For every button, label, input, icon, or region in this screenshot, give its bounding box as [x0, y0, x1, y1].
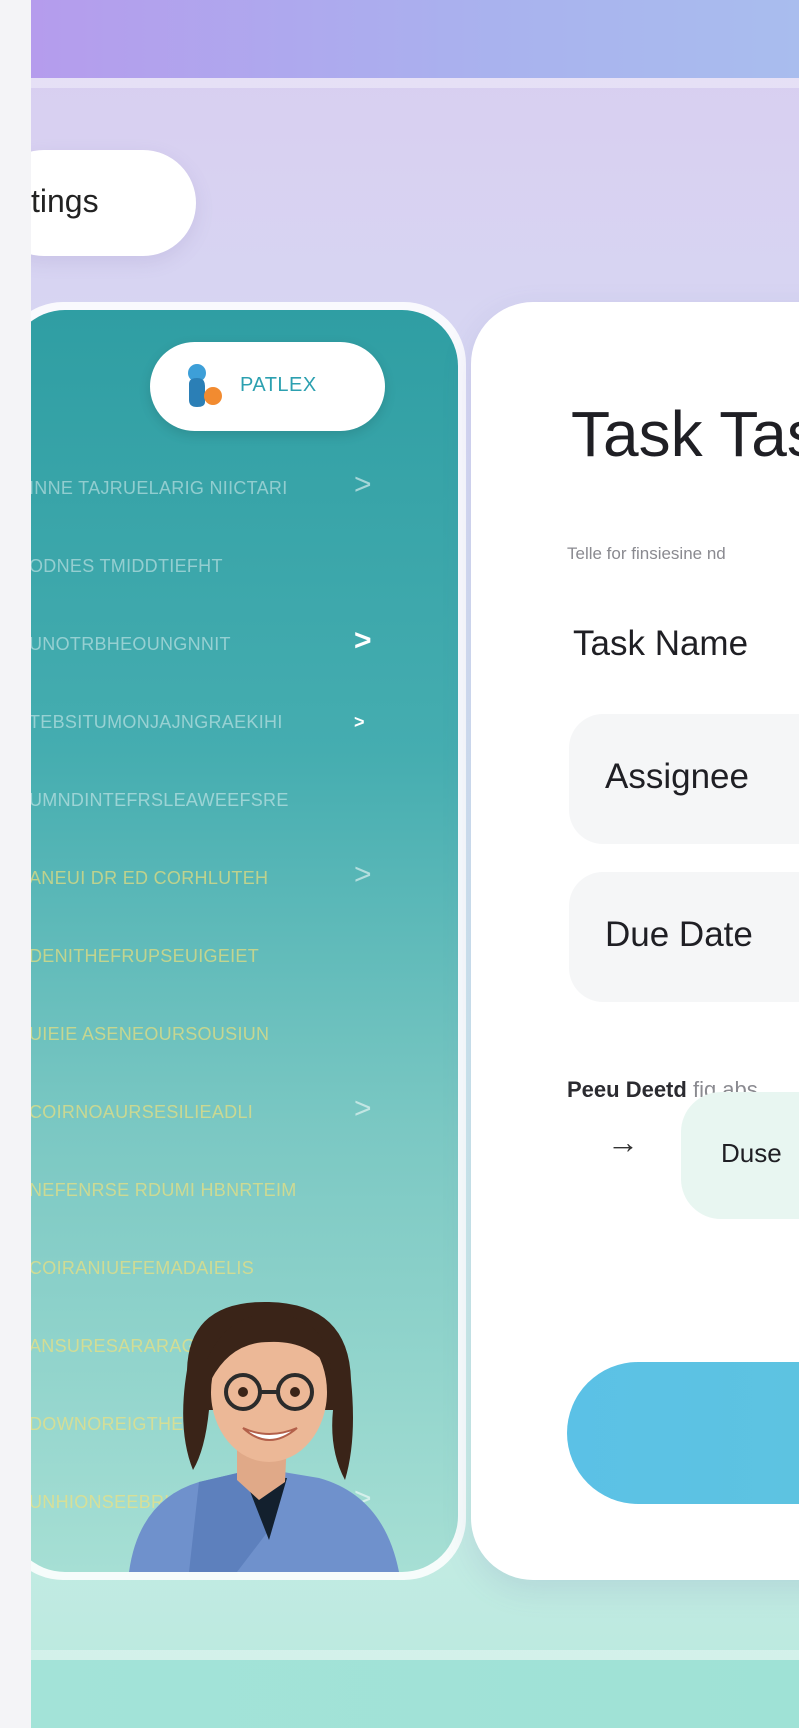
sidebar-item[interactable]: NEFENRSE RDUMI HBNRTEIM — [31, 1152, 458, 1230]
chevron-right-icon: > — [354, 858, 372, 891]
period-label-bold: Peeu Deetd — [567, 1077, 687, 1102]
chevron-right-icon: > — [354, 1092, 372, 1125]
sidebar-item-label: INNE TAJRUELARIG NIICTARI — [31, 478, 288, 498]
sidebar-item-label: COIRNOAURSESILIEADLI — [31, 1102, 254, 1122]
assignee-label: Assignee — [605, 757, 749, 796]
brand-badge[interactable]: PATLEX — [150, 342, 385, 431]
top-bar-divider — [31, 78, 799, 88]
sidebar-item[interactable]: COIRANIUEFEMADAIELIS — [31, 1230, 458, 1308]
task-name-field[interactable]: Task Name — [573, 624, 748, 664]
bottom-bar — [31, 1660, 799, 1728]
chevron-right-icon: > — [354, 712, 365, 732]
settings-tab-label: tings — [31, 183, 99, 219]
sidebar-item[interactable]: COIRNOAURSESILIEADLI > — [31, 1074, 458, 1152]
sidebar-item-label: NEFENRSE RDUMI HBNRTEIM — [31, 1180, 297, 1200]
sidebar-item-label: COIRANIUEFEMADAIELIS — [31, 1258, 255, 1278]
brand-name: PATLEX — [240, 374, 317, 396]
bottom-divider — [31, 1650, 799, 1660]
sidebar-item[interactable]: TEBSITUMONJAJNGRAEKIHI > — [31, 684, 458, 762]
page-subtitle: Telle for finsiesine nd — [567, 544, 726, 563]
sidebar-item-label: DOSEY — [31, 1570, 94, 1572]
sidebar-item[interactable]: DENITHEFRUPSEUIGEIET — [31, 918, 458, 996]
sidebar-item-label: ODNES TMIDDTIEFHT — [31, 556, 223, 576]
sidebar-item[interactable]: UMNDINTEFRSLEAWEEFSRE — [31, 762, 458, 840]
sidebar: PATLEX INNE TAJRUELARIG NIICTARI > ODNES T… — [31, 310, 458, 1572]
user-avatar — [129, 1301, 399, 1572]
sidebar-item-label: ANEUI DR ED CORHLUTEH — [31, 868, 269, 888]
submit-button[interactable] — [567, 1362, 799, 1504]
sidebar-item[interactable]: INNE TAJRUELARIG NIICTARI > — [31, 450, 458, 528]
sidebar-item-label: UNOTRBHEOUNGNNIT — [31, 634, 231, 654]
top-bar — [31, 0, 799, 78]
sidebar-item-label: TEBSITUMONJAJNGRAEKIHI — [31, 712, 283, 732]
sidebar-item-label: DENITHEFRUPSEUIGEIET — [31, 946, 260, 966]
brand-logo-icon — [188, 364, 222, 407]
duration-selector[interactable]: Duse — [681, 1092, 799, 1219]
page-title: Task Tas — [571, 398, 799, 470]
due-date-label: Due Date — [605, 915, 753, 954]
assignee-field[interactable]: Assignee — [569, 714, 799, 844]
sidebar-item[interactable]: ANEUI DR ED CORHLUTEH > — [31, 840, 458, 918]
due-date-field[interactable]: Due Date — [569, 872, 799, 1002]
sidebar-item[interactable]: UIEIE ASENEOURSOUSIUN — [31, 996, 458, 1074]
arrow-right-icon[interactable]: → — [607, 1124, 639, 1161]
sidebar-item-label: UMNDINTEFRSLEAWEEFSRE — [31, 790, 289, 810]
duration-value: Duse — [721, 1138, 782, 1168]
sidebar-item-label: UIEIE ASENEOURSOUSIUN — [31, 1024, 270, 1044]
chevron-right-icon: > — [354, 624, 372, 657]
app-canvas: tings PATLEX INNE TAJRUELARIG NIICTARI > O… — [31, 0, 799, 1728]
chevron-right-icon: > — [354, 468, 372, 501]
sidebar-item[interactable]: UNOTRBHEOUNGNNIT > — [31, 606, 458, 684]
settings-tab[interactable]: tings — [31, 150, 196, 256]
task-form-card: Task Tas Telle for finsiesine nd Task Na… — [471, 302, 799, 1580]
sidebar-item[interactable]: ODNES TMIDDTIEFHT — [31, 528, 458, 606]
